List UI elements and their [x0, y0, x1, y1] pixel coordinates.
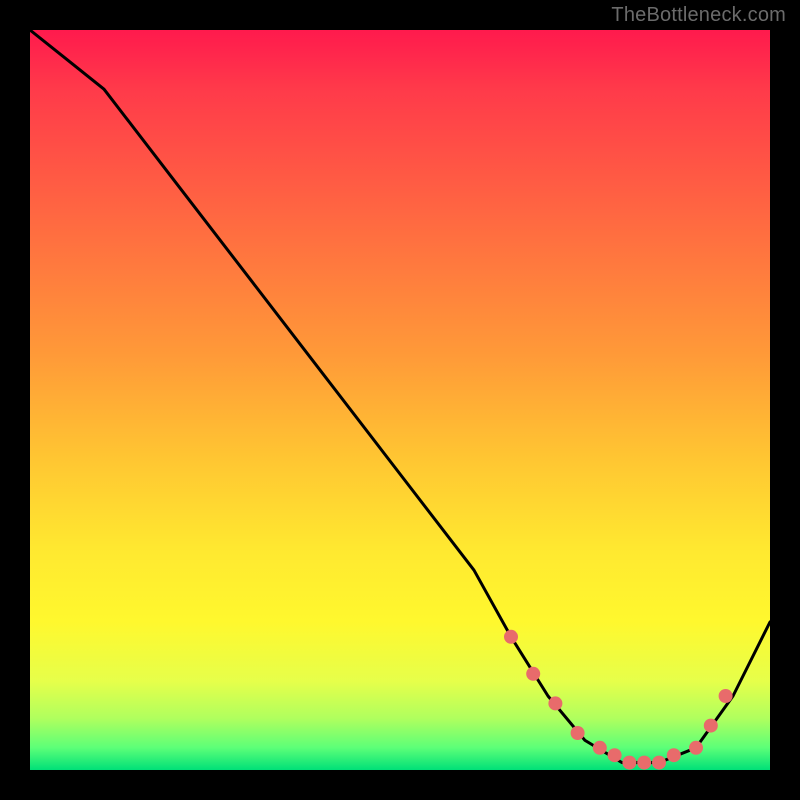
marker-point: [504, 630, 518, 644]
marker-point: [689, 741, 703, 755]
marker-point: [719, 689, 733, 703]
marker-point: [608, 748, 622, 762]
optimal-range-markers: [504, 630, 733, 770]
marker-point: [637, 756, 651, 770]
marker-point: [526, 667, 540, 681]
attribution-label: TheBottleneck.com: [611, 4, 786, 27]
marker-point: [704, 719, 718, 733]
chart-stage: TheBottleneck.com: [0, 0, 800, 800]
marker-point: [548, 696, 562, 710]
marker-point: [571, 726, 585, 740]
marker-point: [593, 741, 607, 755]
marker-point: [652, 756, 666, 770]
curve-layer: [30, 30, 770, 770]
marker-point: [667, 748, 681, 762]
bottleneck-curve: [30, 30, 770, 763]
marker-point: [622, 756, 636, 770]
plot-area: [30, 30, 770, 770]
